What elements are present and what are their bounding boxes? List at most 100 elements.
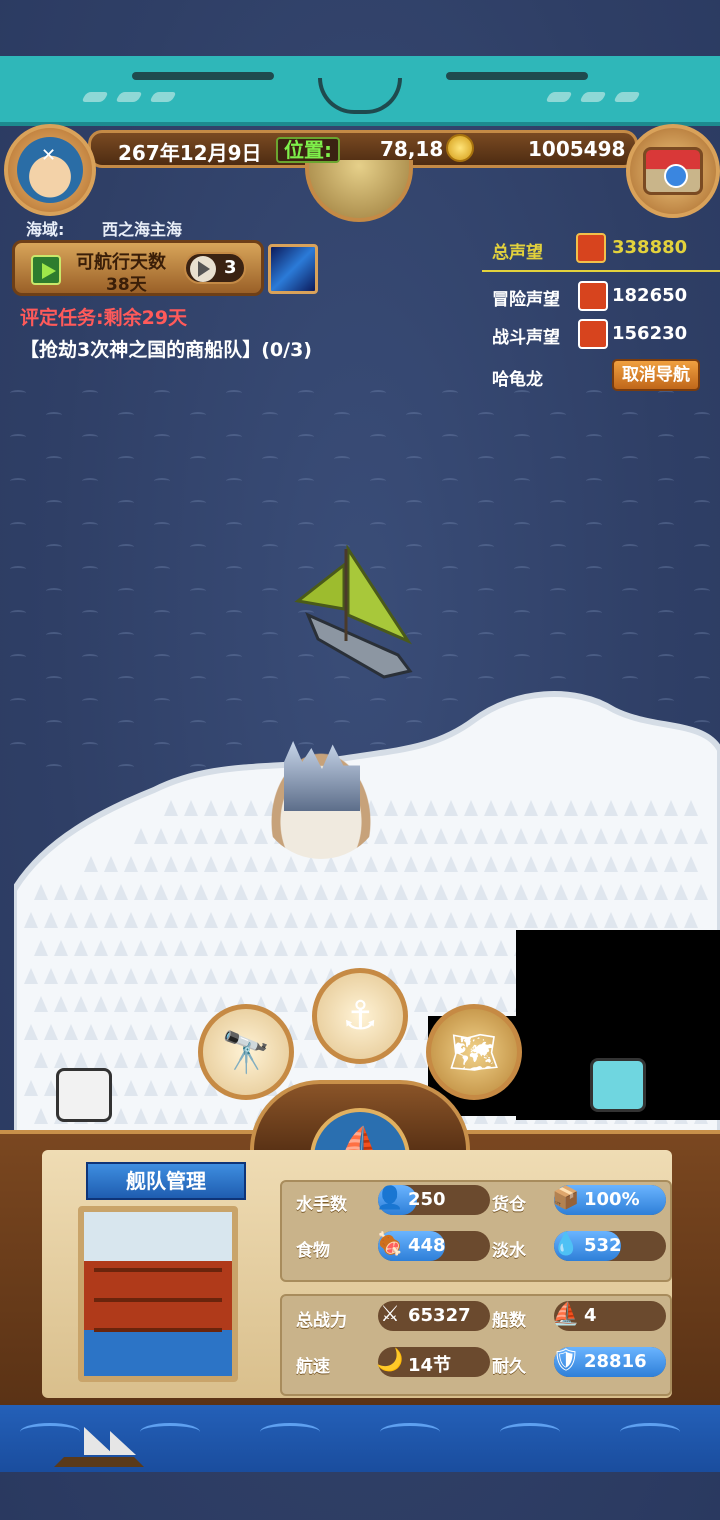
snow-tree-icon (224, 968, 238, 984)
wave (620, 1423, 680, 1441)
fortress-icon[interactable] (258, 735, 384, 859)
snow-tree-icon (234, 940, 248, 956)
wave-mark (442, 390, 458, 396)
wave-mark (154, 566, 170, 572)
snow-tree-icon (64, 1024, 78, 1040)
wave-mark (622, 456, 638, 462)
speed-icon: 🌙 (376, 1348, 404, 1373)
total-reputation-label: 总声望 (492, 243, 543, 263)
wave-mark (190, 676, 206, 682)
wave-mark (82, 478, 98, 484)
wave-mark (478, 544, 494, 550)
wave-mark (622, 676, 638, 682)
snow-tree-icon (494, 828, 508, 844)
fleet-stat-label: 航速 (296, 1357, 330, 1377)
snow-tree-icon (314, 1052, 328, 1068)
snow-tree-icon (174, 828, 188, 844)
wave (260, 1423, 320, 1441)
snow-tree-icon (354, 884, 368, 900)
snow-tree-icon (404, 800, 418, 816)
gold-coin-icon (446, 134, 474, 162)
mission-objective[interactable]: 【抢劫3次神之国的商船队】(0/3) (20, 335, 312, 362)
snow-tree-icon (394, 828, 408, 844)
snow-tree-icon (304, 912, 318, 928)
snow-tree-icon (614, 884, 628, 900)
cargo-icon: 📦 (552, 1186, 580, 1211)
top-slot-right (446, 72, 588, 80)
snow-tree-icon (404, 912, 418, 928)
snow-tree-icon (114, 996, 128, 1012)
snow-tree-icon (464, 800, 478, 816)
player-ship-icon[interactable] (288, 545, 424, 685)
cancel-navigation-button[interactable]: 取消导航 (612, 359, 700, 391)
snow-tree-icon (394, 884, 408, 900)
play-icon[interactable] (31, 255, 61, 285)
snow-tree-icon (454, 828, 468, 844)
snow-tree-icon (54, 884, 68, 900)
snow-tree-icon (264, 856, 278, 872)
snow-tree-icon (464, 912, 478, 928)
snow-tree-icon (474, 884, 488, 900)
snow-tree-icon (624, 856, 638, 872)
wave-mark (118, 500, 134, 506)
battle-reputation-icon (578, 319, 608, 349)
wave-mark (226, 478, 242, 484)
fleet-ship-portrait[interactable] (78, 1206, 238, 1382)
snow-tree-icon (624, 912, 638, 928)
snow-tree-icon (494, 940, 508, 956)
snow-tree-icon (64, 912, 78, 928)
wave-mark (370, 434, 386, 440)
wave-mark (10, 434, 26, 440)
snow-tree-icon (184, 968, 198, 984)
deco-dash (115, 92, 143, 102)
skill-slot-button[interactable] (268, 244, 318, 294)
fleet-stat-label: 货仓 (492, 1195, 526, 1215)
wave-mark (370, 522, 386, 528)
wave-mark (298, 478, 314, 484)
snow-tree-icon (484, 912, 498, 928)
food-icon: 🍖 (376, 1232, 404, 1257)
wave-mark (118, 632, 134, 638)
snow-tree-icon (244, 856, 258, 872)
snow-tree-icon (194, 884, 208, 900)
snow-tree-icon (254, 940, 268, 956)
fleet-management-title[interactable]: 舰队管理 (86, 1162, 246, 1200)
deco-dash (545, 92, 573, 102)
wave-mark (658, 434, 674, 440)
wave-mark (118, 412, 134, 418)
snow-tree-icon (364, 912, 378, 928)
snow-tree-icon (174, 940, 188, 956)
snow-tree-icon (184, 1024, 198, 1040)
wave-mark (10, 654, 26, 660)
adventure-reputation-label: 冒险声望 (492, 290, 560, 310)
wave-mark (262, 500, 278, 506)
wave-mark (154, 434, 170, 440)
snow-tree-icon (244, 912, 258, 928)
snow-tree-icon (684, 800, 698, 816)
snow-tree-icon (74, 940, 88, 956)
treasure-chest-button[interactable] (626, 124, 720, 218)
snow-tree-icon (454, 884, 468, 900)
snow-tree-icon (504, 800, 518, 816)
anchor-button[interactable]: ⚓ (312, 968, 408, 1064)
snow-tree-icon (444, 800, 458, 816)
wave-mark (406, 412, 422, 418)
snow-tree-icon (674, 828, 688, 844)
wave-mark (46, 544, 62, 550)
wave-mark (658, 478, 674, 484)
snow-tree-icon (224, 800, 238, 816)
snow-tree-icon (514, 884, 528, 900)
player-avatar[interactable] (4, 124, 96, 216)
snow-tree-icon (294, 940, 308, 956)
snow-tree-icon (644, 856, 658, 872)
snow-tree-icon (504, 856, 518, 872)
snow-tree-icon (584, 800, 598, 816)
fleet-stat-bar: 🍖 448 (376, 1231, 490, 1261)
wave-mark (658, 654, 674, 660)
snow-tree-icon (174, 996, 188, 1012)
snow-tree-icon (424, 800, 438, 816)
snow-tree-icon (634, 828, 648, 844)
snow-tree-icon (124, 856, 138, 872)
wave-mark (262, 544, 278, 550)
snow-tree-icon (284, 912, 298, 928)
